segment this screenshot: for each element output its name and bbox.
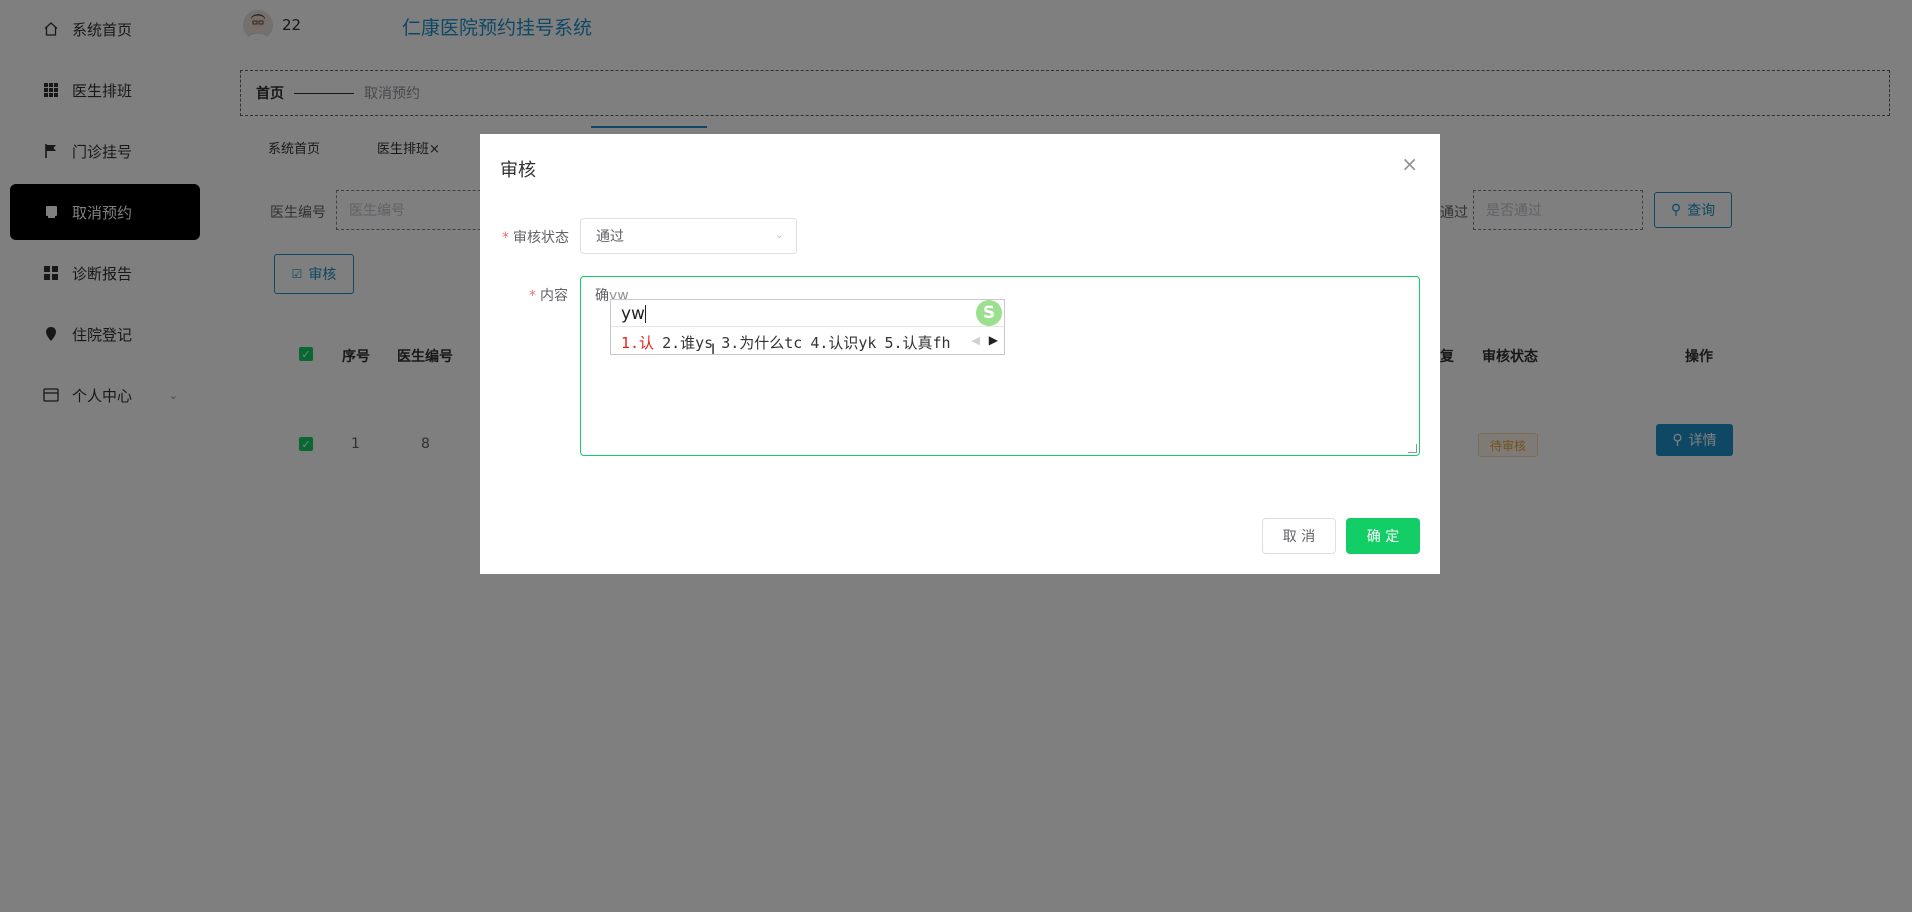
status-field-label: * 审核状态 — [502, 230, 569, 246]
confirm-button[interactable]: 确 定 — [1346, 518, 1420, 554]
text-cursor-icon: I — [711, 342, 716, 358]
audit-status-value: 通过 — [596, 229, 624, 245]
ime-candidate[interactable]: 2.谁ys — [662, 334, 713, 352]
dialog-title: 审核 — [500, 160, 536, 181]
audit-status-select[interactable]: 通过 ⌄ — [580, 218, 797, 254]
cancel-button[interactable]: 取 消 — [1262, 518, 1336, 554]
ime-candidate[interactable]: 5.认真fh — [884, 334, 950, 352]
content-field-label: * 内容 — [529, 288, 568, 304]
ime-candidate[interactable]: 1.认 — [621, 334, 654, 352]
ime-input-text: yw — [621, 304, 646, 324]
ime-divider — [611, 326, 1004, 327]
ime-candidate-window: yw S 1.认 2.谁ys 3.为什么tc 4.认识yk 5.认真fh ◀ ▶ — [610, 299, 1005, 355]
close-icon[interactable]: × — [1401, 152, 1418, 176]
content-committed-text: 确 — [595, 288, 609, 304]
ime-candidate-list: 1.认 2.谁ys 3.为什么tc 4.认识yk 5.认真fh — [621, 332, 959, 353]
ime-candidate[interactable]: 3.为什么tc — [721, 334, 802, 352]
resize-handle-icon[interactable] — [1408, 444, 1417, 453]
ime-next-page-icon[interactable]: ▶ — [989, 333, 998, 347]
ime-prev-page-icon[interactable]: ◀ — [972, 334, 980, 347]
chevron-down-icon: ⌄ — [774, 228, 784, 241]
ime-candidate[interactable]: 4.认识yk — [810, 334, 876, 352]
ime-logo-icon[interactable]: S — [976, 300, 1002, 326]
